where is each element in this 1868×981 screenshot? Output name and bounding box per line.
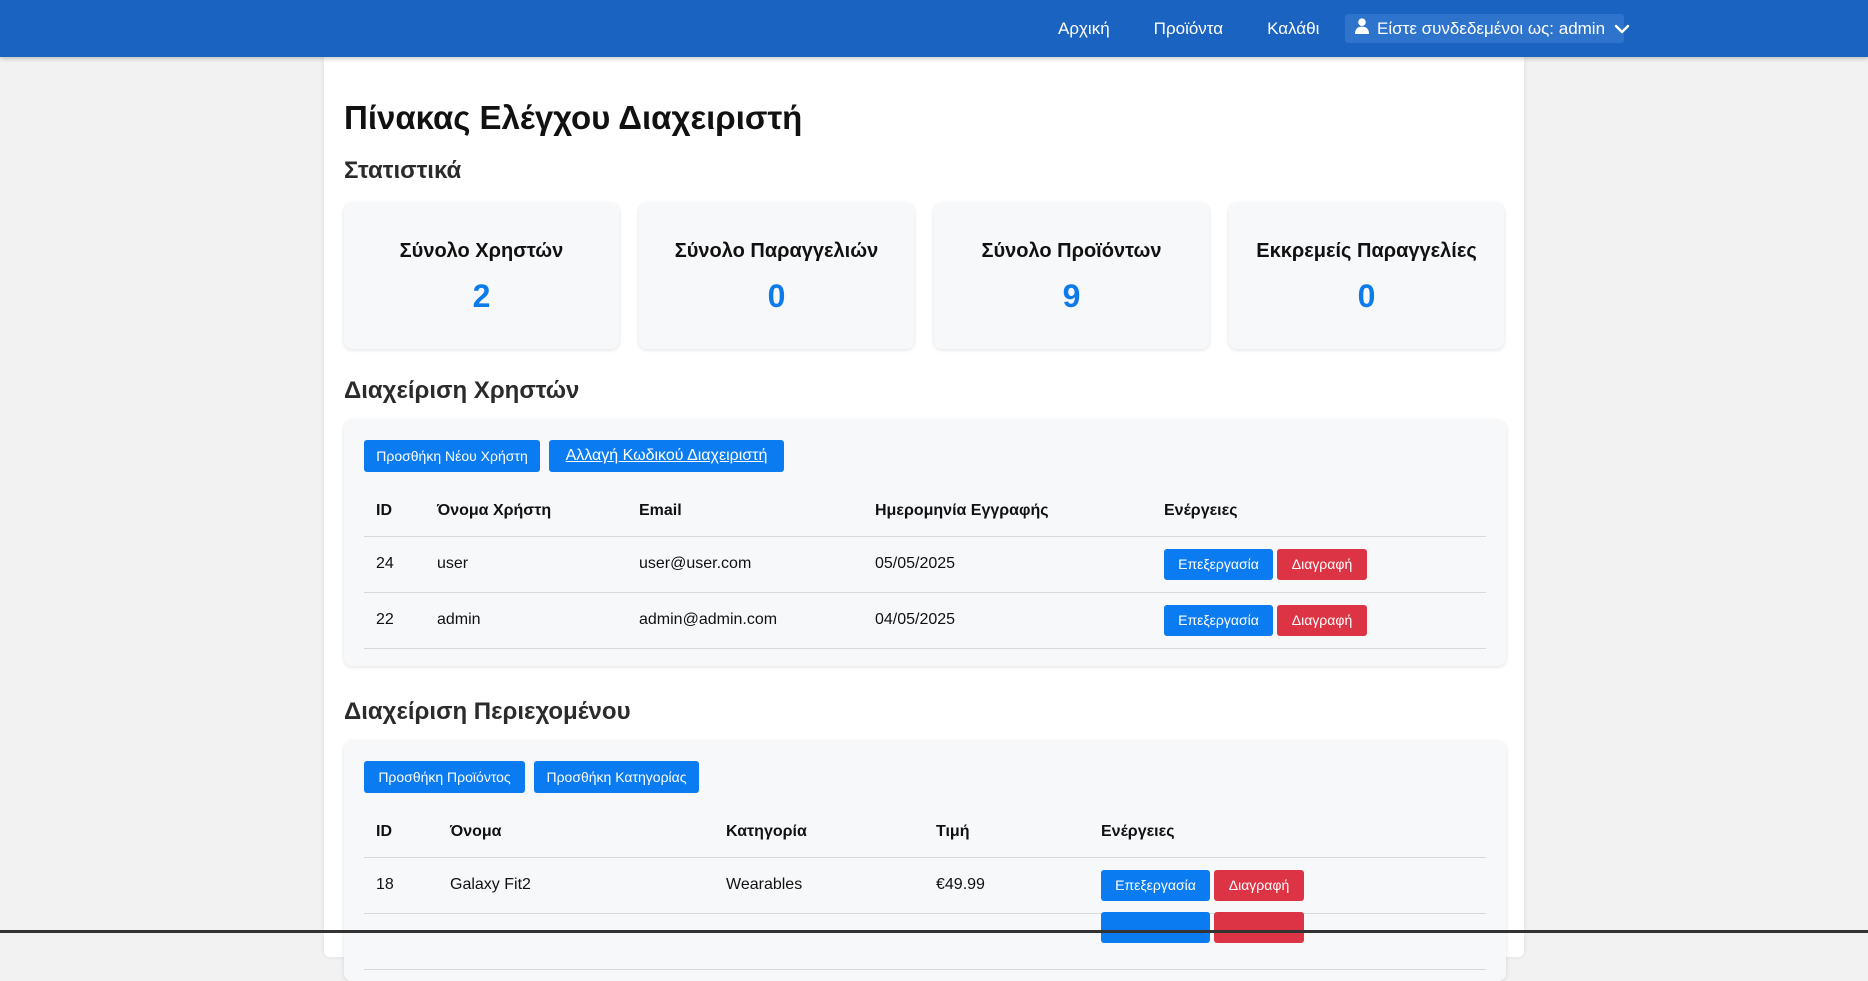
user-management-panel: Προσθήκη Νέου Χρήστη Αλλαγή Κωδικού Διαχ… xyxy=(344,420,1506,666)
cell-price: €49.99 xyxy=(924,857,1089,914)
cell-date: 04/05/2025 xyxy=(863,592,1152,649)
edit-product-button[interactable]: Επεξεργασία xyxy=(1101,869,1210,901)
nav-link-products[interactable]: Προϊόντα xyxy=(1154,19,1223,39)
column-header-actions: Ενέργειες xyxy=(1152,486,1486,537)
user-menu-label: Είστε συνδεδεμένοι ως: admin xyxy=(1377,18,1606,38)
cell-actions xyxy=(1089,911,1486,970)
column-header-category: Κατηγορία xyxy=(714,807,924,858)
stat-label: Εκκρεμείς Παραγγελίες xyxy=(1256,240,1477,262)
stats-heading: Στατιστικά xyxy=(344,157,462,184)
column-header-registration-date: Ημερομηνία Εγγραφής xyxy=(863,486,1152,537)
delete-user-button[interactable]: Διαγραφή xyxy=(1277,548,1367,580)
cell-username: user xyxy=(425,536,627,593)
nav-link-cart[interactable]: Καλάθι xyxy=(1267,19,1319,39)
cell-actions: Επεξεργασία Διαγραφή xyxy=(1089,857,1486,914)
table-header-row: ID Όνομα Κατηγορία Τιμή Ενέργειες xyxy=(364,807,1486,858)
delete-product-button[interactable] xyxy=(1214,911,1304,943)
content-management-heading: Διαχείριση Περιεχομένου xyxy=(344,698,631,725)
stat-value: 2 xyxy=(472,278,491,314)
stat-label: Σύνολο Παραγγελιών xyxy=(674,240,879,262)
table-header-row: ID Όνομα Χρήστη Email Ημερομηνία Εγγραφή… xyxy=(364,486,1486,537)
table-row: 18 Galaxy Fit2 Wearables €49.99 Επεξεργα… xyxy=(364,857,1486,914)
cell-price xyxy=(924,913,1089,970)
cell-username: admin xyxy=(425,592,627,649)
change-admin-password-button[interactable]: Αλλαγή Κωδικού Διαχειριστή xyxy=(549,440,784,472)
main-container: Πίνακας Ελέγχου Διαχειριστή Στατιστικά Σ… xyxy=(324,57,1524,981)
cell-date: 05/05/2025 xyxy=(863,536,1152,593)
column-header-actions: Ενέργειες xyxy=(1089,807,1486,858)
page-title: Πίνακας Ελέγχου Διαχειριστή xyxy=(344,99,803,136)
user-icon xyxy=(1355,18,1369,39)
table-row: 22 admin admin@admin.com 04/05/2025 Επεξ… xyxy=(364,592,1486,649)
column-header-id: ID xyxy=(364,486,425,537)
delete-product-button[interactable]: Διαγραφή xyxy=(1214,869,1304,901)
edit-product-button[interactable] xyxy=(1101,911,1210,943)
nav-links: Αρχική Προϊόντα Καλάθι xyxy=(1058,0,1319,57)
cell-name: Galaxy Fit2 xyxy=(438,857,714,914)
stat-label: Σύνολο Χρηστών xyxy=(399,240,564,262)
add-user-button[interactable]: Προσθήκη Νέου Χρήστη xyxy=(364,440,540,472)
cell-actions: Επεξεργασία Διαγραφή xyxy=(1152,592,1486,649)
column-header-name: Όνομα xyxy=(438,807,714,858)
chevron-down-icon xyxy=(1614,19,1630,39)
stat-card-total-users: Σύνολο Χρηστών 2 xyxy=(344,203,619,349)
cell-id xyxy=(364,913,438,970)
content-management-panel: Προσθήκη Προϊόντος Προσθήκη Κατηγορίας I… xyxy=(344,741,1506,981)
column-header-price: Τιμή xyxy=(924,807,1089,858)
navbar: Αρχική Προϊόντα Καλάθι Είστε συνδεδεμένο… xyxy=(0,0,1868,57)
cell-email: admin@admin.com xyxy=(627,592,863,649)
cell-category: Wearables xyxy=(714,857,924,914)
products-table: ID Όνομα Κατηγορία Τιμή Ενέργειες 18 Gal… xyxy=(364,807,1486,970)
edit-user-button[interactable]: Επεξεργασία xyxy=(1164,604,1273,636)
edit-user-button[interactable]: Επεξεργασία xyxy=(1164,548,1273,580)
add-category-button[interactable]: Προσθήκη Κατηγορίας xyxy=(534,761,699,793)
stats-grid: Σύνολο Χρηστών 2 Σύνολο Παραγγελιών 0 Σύ… xyxy=(344,203,1506,349)
stat-card-total-products: Σύνολο Προϊόντων 9 xyxy=(934,203,1209,349)
cell-id: 18 xyxy=(364,857,438,914)
stat-value: 9 xyxy=(1062,278,1081,314)
users-table: ID Όνομα Χρήστη Email Ημερομηνία Εγγραφή… xyxy=(364,486,1486,649)
cell-email: user@user.com xyxy=(627,536,863,593)
table-row-partial xyxy=(364,911,1486,970)
delete-user-button[interactable]: Διαγραφή xyxy=(1277,604,1367,636)
column-header-username: Όνομα Χρήστη xyxy=(425,486,627,537)
stat-value: 0 xyxy=(767,278,786,314)
cell-id: 24 xyxy=(364,536,425,593)
user-management-heading: Διαχείριση Χρηστών xyxy=(344,377,580,404)
cell-actions: Επεξεργασία Διαγραφή xyxy=(1152,536,1486,593)
stat-card-pending-orders: Εκκρεμείς Παραγγελίες 0 xyxy=(1229,203,1504,349)
cell-name xyxy=(438,913,714,970)
stat-value: 0 xyxy=(1357,278,1376,314)
user-menu-dropdown[interactable]: Είστε συνδεδεμένοι ως: admin xyxy=(1345,14,1630,43)
nav-link-home[interactable]: Αρχική xyxy=(1058,19,1110,39)
cell-id: 22 xyxy=(364,592,425,649)
column-header-id: ID xyxy=(364,807,438,858)
cell-category xyxy=(714,913,924,970)
table-row: 24 user user@user.com 05/05/2025 Επεξεργ… xyxy=(364,536,1486,593)
column-header-email: Email xyxy=(627,486,863,537)
stat-card-total-orders: Σύνολο Παραγγελιών 0 xyxy=(639,203,914,349)
stat-label: Σύνολο Προϊόντων xyxy=(981,240,1162,262)
add-product-button[interactable]: Προσθήκη Προϊόντος xyxy=(364,761,525,793)
